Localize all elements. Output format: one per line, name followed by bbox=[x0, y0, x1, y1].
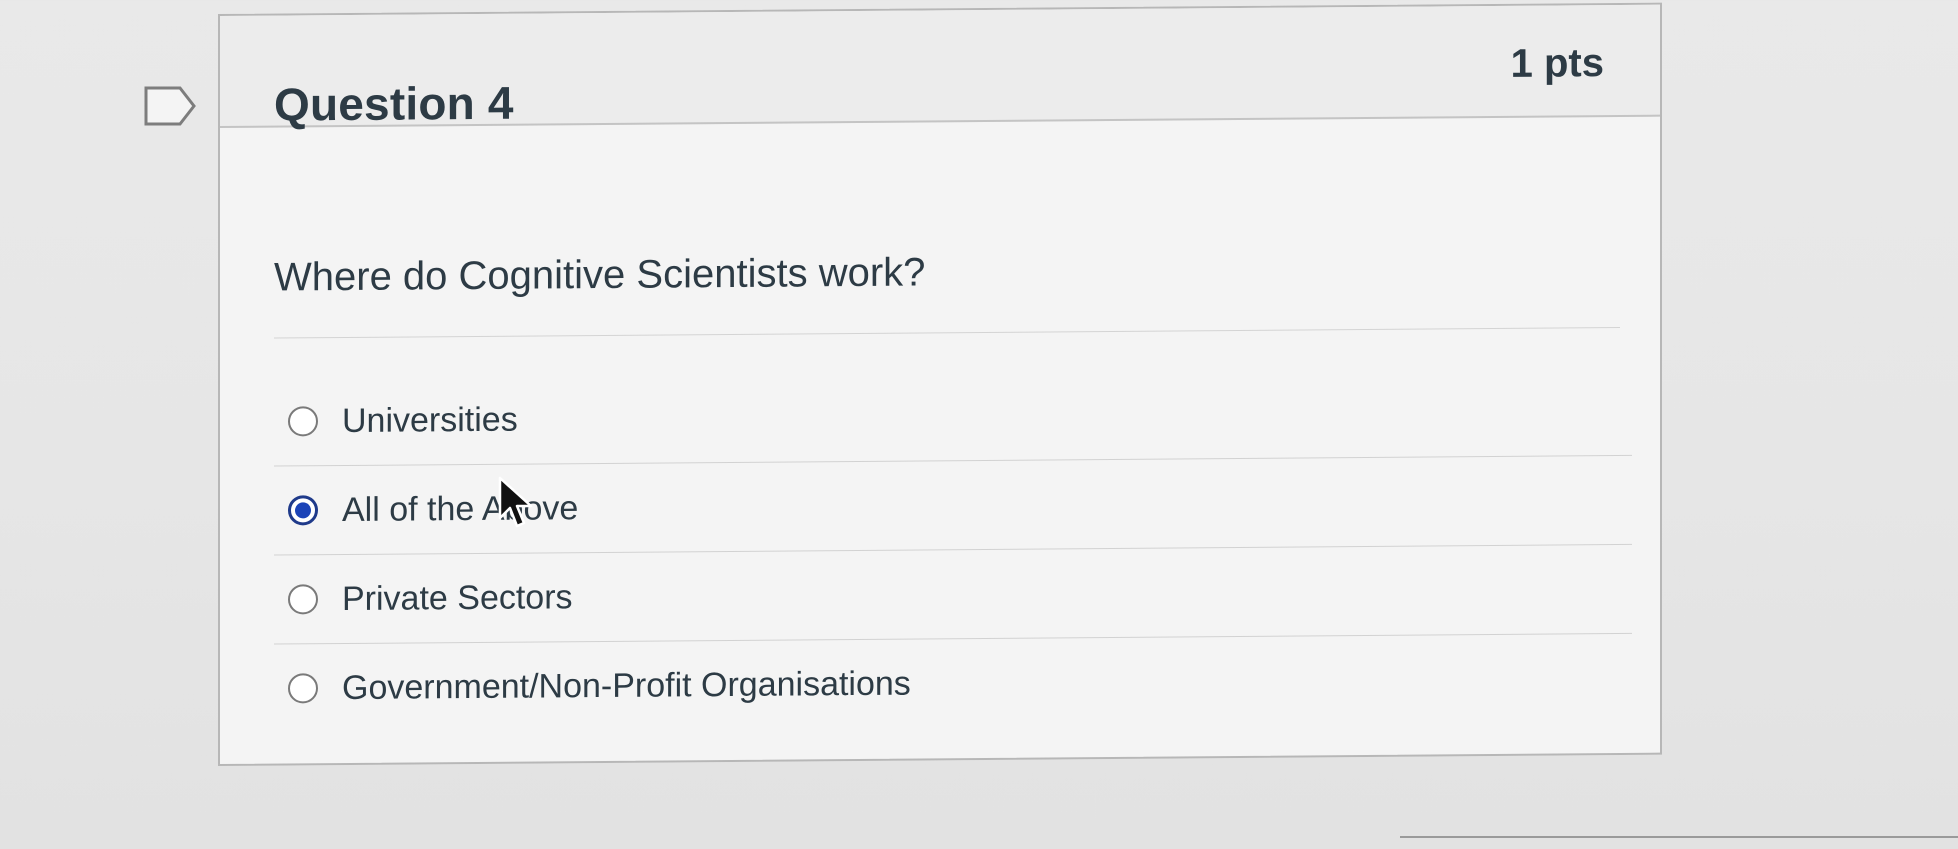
answer-label: Universities bbox=[342, 400, 518, 440]
answer-option-all-of-the-above[interactable]: All of the Above bbox=[274, 455, 1632, 556]
answer-option-universities[interactable]: Universities bbox=[274, 366, 1632, 467]
question-text: Where do Cognitive Scientists work? bbox=[274, 250, 926, 300]
radio-button-selected[interactable] bbox=[288, 495, 318, 526]
answer-list: Universities All of the Above Private Se… bbox=[274, 366, 1632, 733]
radio-button[interactable] bbox=[288, 584, 318, 615]
question-header: Question 4 1 pts bbox=[220, 4, 1660, 131]
question-title: Question 4 bbox=[274, 76, 514, 131]
question-body: Where do Cognitive Scientists work? Univ… bbox=[220, 117, 1660, 764]
divider bbox=[274, 326, 1620, 339]
radio-button[interactable] bbox=[288, 673, 318, 704]
answer-option-government-non-profit[interactable]: Government/Non-Profit Organisations bbox=[274, 634, 1632, 733]
answer-label: All of the Above bbox=[342, 488, 579, 529]
question-card: Question 4 1 pts Where do Cognitive Scie… bbox=[218, 2, 1662, 766]
next-card-edge bbox=[1400, 836, 1958, 838]
answer-label: Government/Non-Profit Organisations bbox=[342, 664, 911, 707]
radio-button[interactable] bbox=[288, 406, 318, 437]
question-points: 1 pts bbox=[1510, 41, 1604, 86]
answer-option-private-sectors[interactable]: Private Sectors bbox=[274, 544, 1632, 645]
flag-question-icon[interactable] bbox=[142, 84, 198, 128]
answer-label: Private Sectors bbox=[342, 577, 573, 618]
